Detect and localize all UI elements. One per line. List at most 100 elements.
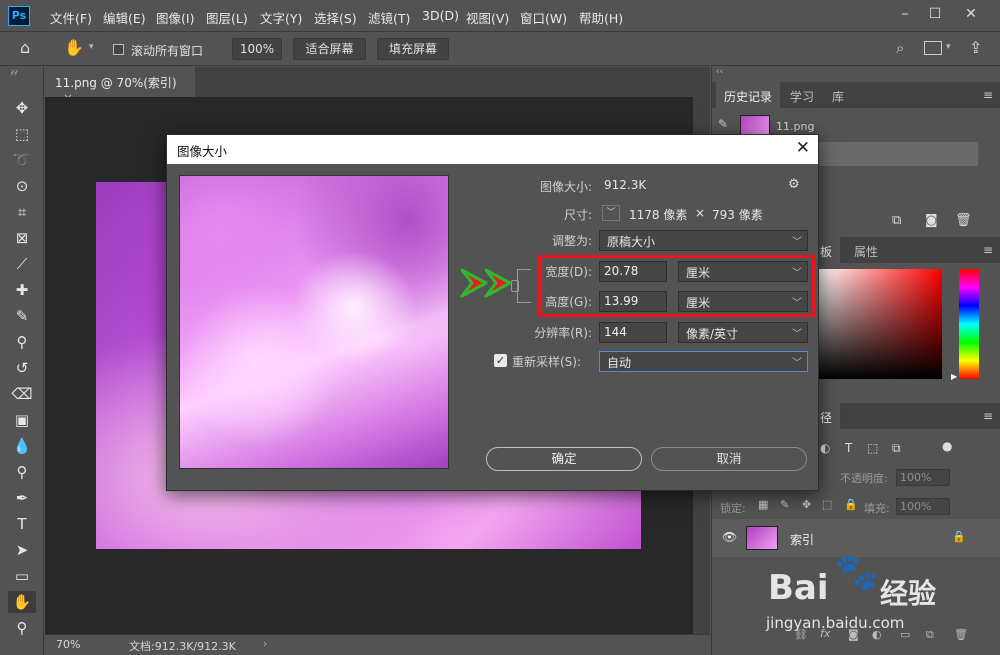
hand-tool-icon[interactable]: ✋ (8, 591, 36, 613)
new-document-from-state-icon[interactable]: ⧉ (892, 213, 901, 228)
resolution-unit-select[interactable]: 像素/英寸 ﹀ (678, 322, 808, 343)
hand-tool-icon[interactable]: ✋ (64, 38, 84, 57)
status-chevron-icon[interactable]: › (263, 637, 267, 650)
image-size-label: 图像大小: (539, 180, 592, 194)
lock-artboard-icon[interactable]: ⬚ (822, 498, 832, 511)
frame-tool-icon[interactable]: ⊠ (8, 227, 36, 249)
blur-tool-icon[interactable]: 💧 (8, 435, 36, 457)
tab-properties[interactable]: 属性 (846, 237, 886, 263)
lock-transparent-icon[interactable]: ▦ (758, 498, 768, 511)
fit-to-label: 调整为: (551, 234, 592, 248)
doc-info: 文档:912.3K/912.3K (129, 640, 236, 653)
fill-input[interactable]: 100% (896, 498, 950, 515)
filter-smart-icon[interactable]: ⧉ (892, 441, 901, 456)
document-tab[interactable]: 11.png @ 70%(索引) × (45, 67, 195, 105)
image-preview[interactable] (179, 175, 449, 469)
tab-libraries[interactable]: 库 (824, 82, 852, 108)
crop-tool-icon[interactable]: ⌗ (8, 201, 36, 223)
filter-shape-icon[interactable]: ⬚ (867, 441, 878, 455)
camera-icon[interactable]: ◙ (925, 213, 938, 228)
tab-history[interactable]: 历史记录 (716, 82, 781, 108)
dodge-tool-icon[interactable]: ⚲ (8, 461, 36, 483)
lasso-tool-icon[interactable]: ➰ (8, 149, 36, 171)
panel-menu-icon[interactable]: ≡ (983, 88, 993, 102)
filter-type-icon[interactable]: T (845, 441, 852, 455)
fit-screen-button[interactable]: 适合屏幕 (293, 38, 366, 60)
layer-name[interactable]: 索引 (790, 531, 814, 548)
stamp-tool-icon[interactable]: ⚲ (8, 331, 36, 353)
rectangle-tool-icon[interactable]: ▭ (8, 565, 36, 587)
menu-select[interactable]: 选择(S) (314, 8, 357, 27)
cancel-button[interactable]: 取消 (651, 447, 807, 471)
menu-view[interactable]: 视图(V) (466, 8, 509, 27)
ok-button[interactable]: 确定 (486, 447, 642, 471)
workspace-icon[interactable] (924, 41, 942, 55)
collapse-icon[interactable]: ›› (11, 67, 18, 77)
color-panel-menu-icon[interactable]: ≡ (983, 243, 993, 257)
zoom-tool-icon[interactable]: ⚲ (8, 617, 36, 639)
delete-layer-icon[interactable]: 🗑 (954, 628, 968, 641)
hue-slider-handle-icon[interactable]: ▶ (951, 372, 957, 381)
color-picker-field[interactable] (818, 269, 942, 379)
fill-screen-button[interactable]: 填充屏幕 (377, 38, 449, 60)
workspace-chevron-icon[interactable]: ▾ (946, 42, 951, 52)
opacity-input[interactable]: 100% (896, 469, 950, 486)
menu-help[interactable]: 帮助(H) (579, 8, 623, 27)
quick-select-tool-icon[interactable]: ⊙ (8, 175, 36, 197)
tab-learn[interactable]: 学习 (782, 82, 822, 108)
close-window-icon[interactable]: ✕ (958, 4, 984, 26)
path-select-tool-icon[interactable]: ➤ (8, 539, 36, 561)
search-icon[interactable]: ⌕ (896, 39, 904, 57)
menu-image[interactable]: 图像(I) (156, 8, 194, 27)
dimensions-height: 793 像素 (712, 208, 763, 222)
filter-adjustment-icon[interactable]: ◐ (820, 441, 830, 455)
resample-select[interactable]: 自动 ﹀ (599, 351, 808, 372)
dimensions-chevron-icon[interactable]: ﹀ (602, 205, 620, 221)
type-tool-icon[interactable]: T (8, 513, 36, 535)
healing-brush-tool-icon[interactable]: ✚ (8, 279, 36, 301)
lock-label: 锁定: (720, 502, 746, 515)
annotation-arrow-left (460, 268, 488, 298)
layers-panel-menu-icon[interactable]: ≡ (983, 409, 993, 423)
scroll-all-label: 滚动所有窗口 (131, 44, 204, 58)
close-icon[interactable]: ✕ (796, 138, 810, 158)
eye-icon[interactable]: 👁 (722, 530, 737, 544)
fit-to-select[interactable]: 原稿大小 ﹀ (599, 230, 808, 251)
history-snapshot-name[interactable]: 11.png (776, 120, 814, 133)
menu-window[interactable]: 窗口(W) (520, 8, 567, 27)
move-tool-icon[interactable]: ✥ (8, 97, 36, 119)
scroll-all-checkbox[interactable] (113, 44, 124, 55)
history-brush-tool-icon[interactable]: ↺ (8, 357, 36, 379)
share-icon[interactable]: ⇪ (969, 38, 982, 57)
lock-position-icon[interactable]: ✥ (802, 498, 811, 511)
lock-pixels-icon[interactable]: ✎ (780, 498, 789, 511)
trash-icon[interactable]: 🗑 (955, 213, 972, 228)
eraser-tool-icon[interactable]: ⌫ (8, 383, 36, 405)
minimize-icon[interactable]: – (892, 4, 918, 26)
resolution-input[interactable]: 144 (599, 322, 667, 343)
maximize-icon[interactable]: ☐ (922, 4, 948, 26)
zoom-level[interactable]: 70% (56, 638, 80, 651)
gradient-tool-icon[interactable]: ▣ (8, 409, 36, 431)
collapse-panels-icon[interactable]: ‹‹ (716, 67, 723, 77)
menu-filter[interactable]: 滤镜(T) (368, 8, 410, 27)
menu-type[interactable]: 文字(Y) (260, 8, 302, 27)
chevron-down-icon[interactable]: ▾ (89, 42, 94, 52)
marquee-tool-icon[interactable]: ⬚ (8, 123, 36, 145)
settings-gear-icon[interactable]: ⚙ (788, 177, 800, 192)
layer-thumbnail[interactable] (746, 526, 778, 550)
eyedropper-tool-icon[interactable]: ⟋ (8, 253, 36, 275)
resample-checkbox[interactable]: ✓ (494, 354, 507, 367)
brush-tool-icon[interactable]: ✎ (8, 305, 36, 327)
menu-3d[interactable]: 3D(D) (422, 8, 459, 23)
menu-file[interactable]: 文件(F) (50, 8, 92, 27)
zoom-100-button[interactable]: 100% (232, 38, 282, 60)
menu-layer[interactable]: 图层(L) (206, 8, 248, 27)
lock-all-icon[interactable]: 🔒 (844, 498, 858, 511)
home-icon[interactable]: ⌂ (20, 38, 30, 57)
history-brush-icon[interactable]: ✎ (718, 117, 728, 131)
filter-toggle-icon[interactable]: ● (942, 439, 952, 453)
hue-slider[interactable] (959, 269, 979, 379)
menu-edit[interactable]: 编辑(E) (103, 8, 146, 27)
pen-tool-icon[interactable]: ✒ (8, 487, 36, 509)
